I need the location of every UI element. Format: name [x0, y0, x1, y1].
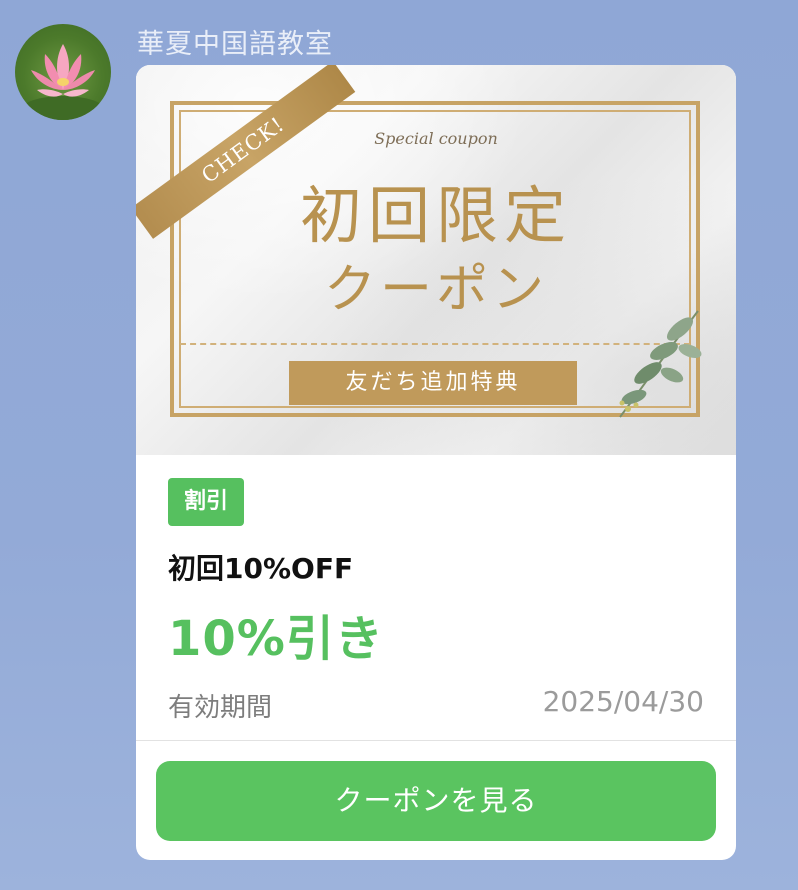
banner-headline-first-time: 初回限定	[299, 179, 572, 252]
card-divider	[136, 740, 736, 741]
lotus-flower-icon	[21, 44, 105, 120]
coupon-card: CHECK! Special coupon 初回限定 クーポン 友だち追加特典 …	[136, 65, 736, 860]
sender-name: 華夏中国語教室	[137, 29, 333, 60]
validity-date: 2025/04/30	[542, 685, 704, 718]
coupon-banner-image[interactable]: CHECK! Special coupon 初回限定 クーポン 友だち追加特典	[136, 65, 736, 455]
coupon-title: 初回10%OFF	[168, 552, 354, 585]
eucalyptus-leaf-icon	[619, 310, 702, 418]
view-coupon-button[interactable]: クーポンを見る	[156, 761, 716, 841]
validity-label: 有効期間	[168, 693, 273, 723]
special-coupon-script: Special coupon	[374, 129, 498, 148]
banner-friend-bonus-band: 友だち追加特典	[289, 361, 577, 405]
sender-avatar[interactable]	[15, 24, 111, 120]
coupon-discount-value: 10%引き	[168, 611, 384, 667]
discount-badge: 割引	[168, 478, 244, 526]
